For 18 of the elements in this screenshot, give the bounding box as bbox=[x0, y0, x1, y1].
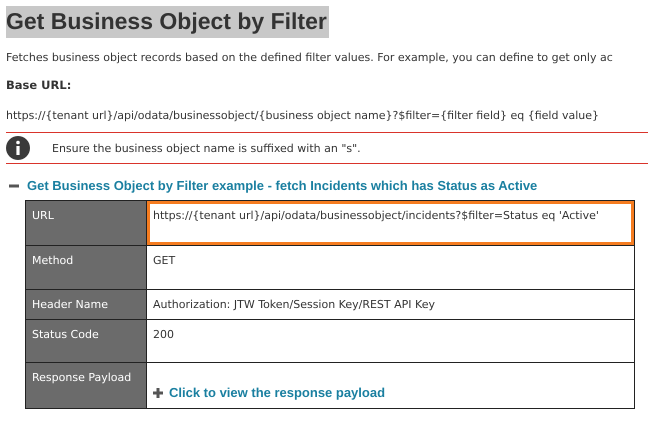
page-title: Get Business Object by Filter bbox=[6, 6, 329, 38]
plus-icon bbox=[153, 388, 163, 398]
row-label-cell: Status Code bbox=[26, 320, 146, 362]
row-label-cell: URL bbox=[26, 200, 146, 246]
info-icon bbox=[6, 136, 30, 160]
value-cell: https://{tenant url}/api/odata/businessobject/incidents?$filter=Status eq 'Active' bbox=[146, 200, 634, 246]
row-label-cell: Method bbox=[26, 246, 146, 290]
value-cell: 200 bbox=[146, 320, 634, 362]
value-cell: Authorization: JTW Token/Session Key/REST API Key bbox=[146, 290, 634, 320]
view-payload-link[interactable]: Click to view the response payload bbox=[153, 385, 628, 400]
description-text: Fetches business object records based on the defined filter values. For example, you can define to get only ac bbox=[6, 51, 614, 64]
row-label-cell: Response Payload bbox=[26, 362, 146, 408]
base-url-label: Base URL: bbox=[6, 78, 72, 92]
example-heading-link[interactable]: Get Business Object by Filter example - fetch Incidents which has Status as Active bbox=[27, 178, 538, 193]
row-label-cell: Header Name bbox=[26, 290, 146, 320]
value-cell: GET bbox=[146, 246, 634, 290]
base-url-text: https://{tenant url}/api/odata/businessobject/{business object name}?$filter={filter field} eq {field value} bbox=[6, 109, 600, 122]
note-text: Ensure the business object name is suffixed with an "s". bbox=[52, 142, 361, 154]
